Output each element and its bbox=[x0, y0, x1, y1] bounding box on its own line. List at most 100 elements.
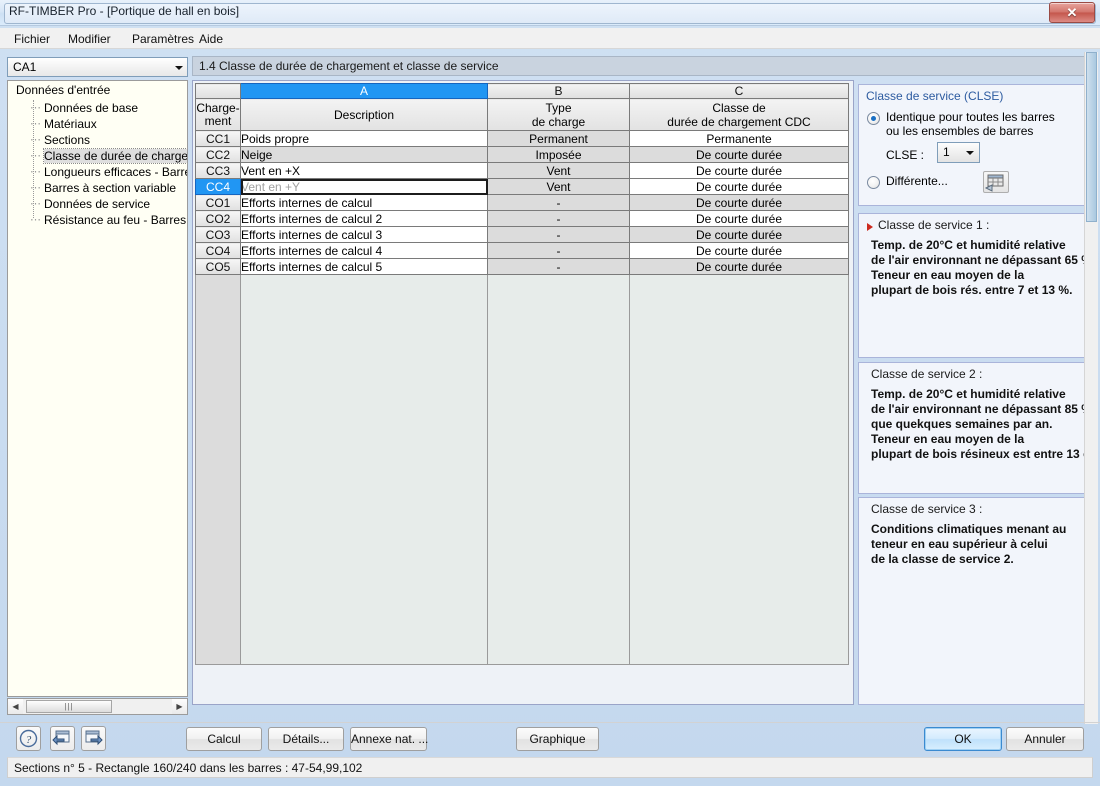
cell-description[interactable]: Efforts internes de calcul 2 bbox=[240, 210, 488, 227]
cell-type[interactable]: - bbox=[487, 242, 630, 259]
cancel-button[interactable]: Annuler bbox=[1006, 727, 1084, 751]
scroll-right-arrow-icon[interactable]: ▶ bbox=[172, 699, 187, 714]
row-header[interactable]: CO3 bbox=[195, 226, 241, 243]
radio-identique-toutes-barres[interactable] bbox=[867, 112, 880, 125]
cell-type[interactable]: - bbox=[487, 258, 630, 275]
row-header[interactable]: CC1 bbox=[195, 130, 241, 147]
cell-type[interactable]: - bbox=[487, 226, 630, 243]
cell-description-editing[interactable]: Vent en +Y bbox=[240, 178, 488, 195]
cell-description[interactable]: Efforts internes de calcul 5 bbox=[240, 258, 488, 275]
scrollbar-thumb[interactable] bbox=[1086, 52, 1097, 222]
cell-cdc[interactable]: De courte durée bbox=[629, 162, 849, 179]
row-header[interactable]: CO4 bbox=[195, 242, 241, 259]
close-button[interactable]: ✕ bbox=[1049, 2, 1095, 23]
cell-cdc[interactable]: De courte durée bbox=[629, 242, 849, 259]
table-row[interactable]: CC2 Neige Imposée De courte durée bbox=[195, 146, 849, 163]
cell-cdc[interactable]: De courte durée bbox=[629, 178, 849, 195]
cell-description[interactable]: Efforts internes de calcul 3 bbox=[240, 226, 488, 243]
cell-cdc[interactable]: De courte durée bbox=[629, 146, 849, 163]
table-column-letter-row: A B C bbox=[195, 83, 849, 99]
column-header-a[interactable]: A bbox=[240, 83, 488, 99]
tree-item-barres-a-section-variable[interactable]: ⋯ Barres à section variable bbox=[30, 180, 176, 196]
bullet-arrow-icon bbox=[867, 223, 873, 231]
tree-item-donnees-de-base[interactable]: ⋯ Données de base bbox=[30, 100, 138, 116]
cell-description[interactable]: Vent en +X bbox=[240, 162, 488, 179]
menu-item-fichier[interactable]: Fichier bbox=[8, 31, 56, 47]
cell-cdc[interactable]: De courte durée bbox=[629, 226, 849, 243]
table-row[interactable]: CO2 Efforts internes de calcul 2 - De co… bbox=[195, 210, 849, 227]
cell-type[interactable]: - bbox=[487, 194, 630, 211]
tree-item-longueurs-efficaces-barres[interactable]: ⋯ Longueurs efficaces - Barres bbox=[30, 164, 187, 180]
page-vertical-scrollbar[interactable] bbox=[1084, 52, 1098, 724]
table-row-selected[interactable]: CC4 Vent en +Y Vent De courte durée bbox=[195, 178, 849, 195]
details-button[interactable]: Détails... bbox=[268, 727, 344, 751]
row-header-selected[interactable]: CC4 bbox=[195, 178, 241, 195]
service-class-group: Classe de service (CLSE) Identique pour … bbox=[858, 84, 1091, 206]
cell-type[interactable]: Vent bbox=[487, 178, 630, 195]
previous-navigation-button[interactable] bbox=[50, 726, 75, 751]
tree-item-materiaux[interactable]: ⋯ Matériaux bbox=[30, 116, 97, 132]
cell-type[interactable]: - bbox=[487, 210, 630, 227]
tree-item-classe-de-duree-de-chargement[interactable]: ⋯ Classe de durée de chargement bbox=[30, 148, 187, 164]
tree-item-donnees-de-service[interactable]: ⋯ Données de service bbox=[30, 196, 150, 212]
column-header-c[interactable]: C bbox=[629, 83, 849, 99]
table-empty-area[interactable] bbox=[195, 274, 849, 665]
scroll-left-arrow-icon[interactable]: ◀ bbox=[8, 699, 23, 714]
case-selector-combobox[interactable]: CA1 bbox=[7, 57, 188, 77]
ok-button[interactable]: OK bbox=[924, 727, 1002, 751]
help-button[interactable]: ? bbox=[16, 726, 41, 751]
table-row[interactable]: CO3 Efforts internes de calcul 3 - De co… bbox=[195, 226, 849, 243]
cell-cdc[interactable]: Permanente bbox=[629, 130, 849, 147]
table-row[interactable]: CO1 Efforts internes de calcul - De cour… bbox=[195, 194, 849, 211]
row-header[interactable]: CO1 bbox=[195, 194, 241, 211]
application-window: RF-TIMBER Pro - [Portique de hall en boi… bbox=[0, 0, 1100, 786]
menu-item-modifier[interactable]: Modifier bbox=[62, 31, 117, 47]
edit-different-classes-button[interactable] bbox=[983, 171, 1009, 193]
service-class-1-info: Classe de service 1 : Temp. de 20°C et h… bbox=[858, 213, 1091, 358]
column-header-b[interactable]: B bbox=[487, 83, 630, 99]
table-row[interactable]: CC1 Poids propre Permanent Permanente bbox=[195, 130, 849, 147]
service-class-1-line3: Teneur en eau moyen de la bbox=[871, 268, 1025, 282]
tree-item-resistance-au-feu-barres[interactable]: ⋯ Résistance au feu - Barres bbox=[30, 212, 186, 228]
graphique-button[interactable]: Graphique bbox=[516, 727, 599, 751]
navigation-tree[interactable]: Données d'entrée ⋯ Données de base ⋯ Mat… bbox=[7, 80, 188, 697]
service-class-3-line2: teneur en eau supérieur à celui bbox=[871, 537, 1048, 551]
cell-description[interactable]: Efforts internes de calcul 4 bbox=[240, 242, 488, 259]
radio-differente-label: Différente... bbox=[886, 174, 948, 188]
table-row[interactable]: CC3 Vent en +X Vent De courte durée bbox=[195, 162, 849, 179]
calcul-button[interactable]: Calcul bbox=[186, 727, 262, 751]
next-navigation-button[interactable] bbox=[81, 726, 106, 751]
tree-dash-icon: ⋯ bbox=[30, 182, 41, 194]
cell-description[interactable]: Poids propre bbox=[240, 130, 488, 147]
annexe-nat-button[interactable]: Annexe nat. ... bbox=[350, 727, 428, 751]
tree-item-label: Résistance au feu - Barres bbox=[44, 213, 187, 227]
tree-horizontal-scrollbar[interactable]: ◀ ||| ▶ bbox=[7, 698, 188, 715]
row-header[interactable]: CC3 bbox=[195, 162, 241, 179]
row-header[interactable]: CO5 bbox=[195, 258, 241, 275]
service-class-1-title: Classe de service 1 : bbox=[878, 218, 990, 232]
table-row[interactable]: CO5 Efforts internes de calcul 5 - De co… bbox=[195, 258, 849, 275]
chevron-down-icon bbox=[966, 151, 974, 155]
cell-description[interactable]: Efforts internes de calcul bbox=[240, 194, 488, 211]
tree-dash-icon: ⋯ bbox=[30, 102, 41, 114]
row-header[interactable]: CO2 bbox=[195, 210, 241, 227]
window-title: RF-TIMBER Pro - [Portique de hall en boi… bbox=[9, 4, 240, 18]
table-row[interactable]: CO4 Efforts internes de calcul 4 - De co… bbox=[195, 242, 849, 259]
service-class-group-title: Classe de service (CLSE) bbox=[866, 89, 1004, 103]
load-duration-table-panel[interactable]: A B C Charge- ment Description Type de c… bbox=[192, 80, 854, 705]
radio-differente[interactable] bbox=[867, 176, 880, 189]
cell-type[interactable]: Permanent bbox=[487, 130, 630, 147]
scrollbar-thumb[interactable]: ||| bbox=[26, 700, 112, 713]
tree-item-sections[interactable]: ⋯ Sections bbox=[30, 132, 90, 148]
status-bar: Sections n° 5 - Rectangle 160/240 dans l… bbox=[7, 757, 1093, 778]
clse-combobox[interactable]: 1 bbox=[937, 142, 980, 163]
cell-cdc[interactable]: De courte durée bbox=[629, 210, 849, 227]
cell-type[interactable]: Vent bbox=[487, 162, 630, 179]
cell-cdc[interactable]: De courte durée bbox=[629, 194, 849, 211]
cell-description[interactable]: Neige bbox=[240, 146, 488, 163]
menu-item-aide[interactable]: Aide bbox=[193, 31, 229, 47]
menu-item-parametres[interactable]: Paramètres bbox=[126, 31, 200, 47]
cell-type[interactable]: Imposée bbox=[487, 146, 630, 163]
row-header[interactable]: CC2 bbox=[195, 146, 241, 163]
cell-cdc[interactable]: De courte durée bbox=[629, 258, 849, 275]
